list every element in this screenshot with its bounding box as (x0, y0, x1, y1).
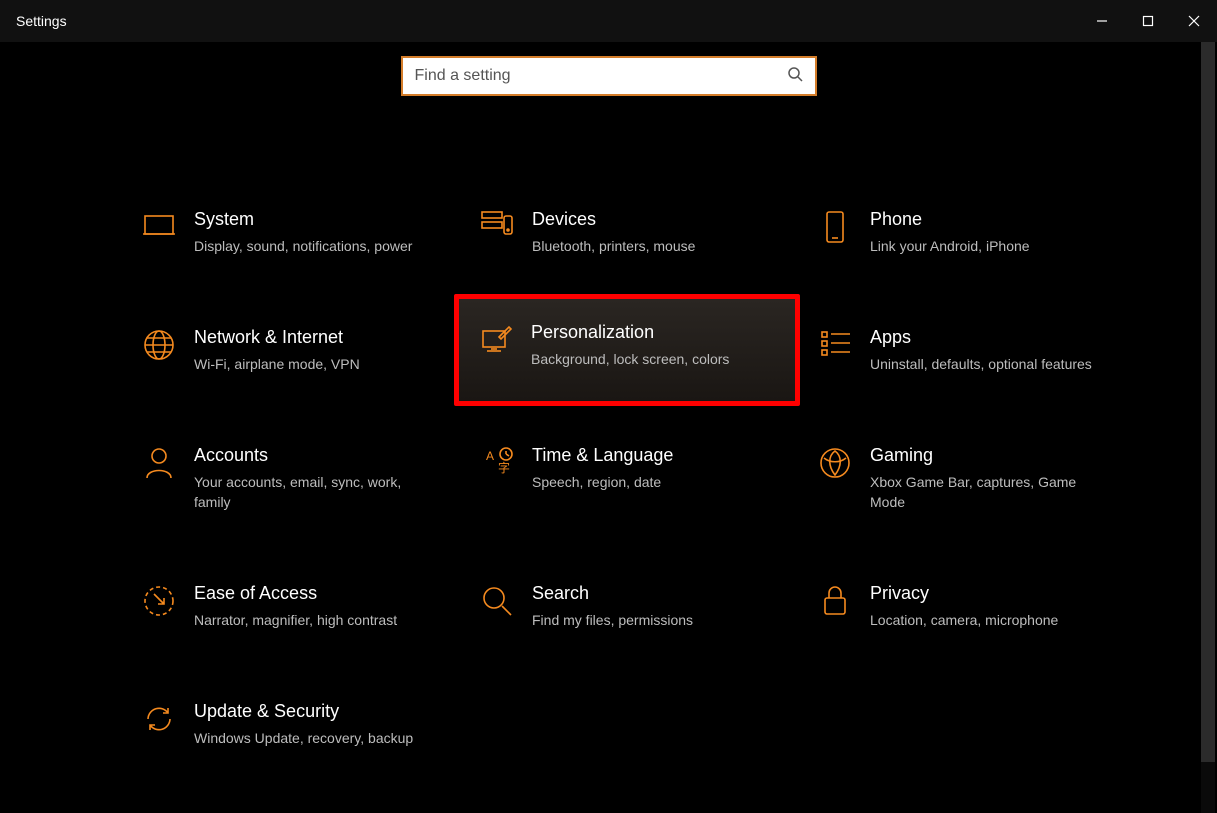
tile-desc: Narrator, magnifier, high contrast (194, 610, 397, 630)
tile-update-security[interactable]: Update & Security Windows Update, recover… (130, 694, 450, 754)
tile-desc: Wi-Fi, airplane mode, VPN (194, 354, 360, 374)
tile-desc: Windows Update, recovery, backup (194, 728, 413, 748)
tile-desc: Find my files, permissions (532, 610, 693, 630)
tile-title: Ease of Access (194, 582, 397, 604)
tile-title: Network & Internet (194, 326, 360, 348)
accounts-icon (132, 444, 186, 480)
close-button[interactable] (1171, 0, 1217, 42)
tile-desc: Display, sound, notifications, power (194, 236, 412, 256)
maximize-button[interactable] (1125, 0, 1171, 42)
time-language-icon: A字 (470, 444, 524, 478)
tile-title: Devices (532, 208, 695, 230)
svg-text:A: A (486, 449, 494, 463)
tile-title: Search (532, 582, 693, 604)
scrollbar-thumb[interactable] (1201, 42, 1215, 762)
tile-search[interactable]: Search Find my files, permissions (468, 576, 788, 636)
tile-title: Time & Language (532, 444, 673, 466)
tile-system[interactable]: System Display, sound, notifications, pow… (130, 202, 450, 262)
privacy-icon (808, 582, 862, 618)
tile-desc: Xbox Game Bar, captures, Game Mode (870, 472, 1092, 512)
window-title: Settings (16, 13, 67, 29)
tile-gaming[interactable]: Gaming Xbox Game Bar, captures, Game Mode (806, 438, 1126, 518)
gaming-icon (808, 444, 862, 480)
minimize-button[interactable] (1079, 0, 1125, 42)
tile-title: Privacy (870, 582, 1058, 604)
tile-desc: Bluetooth, printers, mouse (532, 236, 695, 256)
tile-desc: Uninstall, defaults, optional features (870, 354, 1092, 374)
tile-privacy[interactable]: Privacy Location, camera, microphone (806, 576, 1126, 636)
update-security-icon (132, 700, 186, 736)
tile-time-language[interactable]: A字 Time & Language Speech, region, date (468, 438, 788, 518)
tile-devices[interactable]: Devices Bluetooth, printers, mouse (468, 202, 788, 262)
tile-title: System (194, 208, 412, 230)
apps-icon (808, 326, 862, 358)
tile-desc: Location, camera, microphone (870, 610, 1058, 630)
vertical-scrollbar[interactable] (1201, 42, 1215, 813)
ease-of-access-icon (132, 582, 186, 618)
settings-grid: System Display, sound, notifications, pow… (130, 202, 1130, 754)
tile-title: Phone (870, 208, 1030, 230)
personalization-icon (469, 321, 523, 353)
tile-desc: Your accounts, email, sync, work, family (194, 472, 416, 512)
search-icon (787, 66, 803, 87)
phone-icon (808, 208, 862, 244)
tile-personalization[interactable]: Personalization Background, lock screen, … (454, 294, 800, 406)
search-input[interactable] (415, 67, 787, 85)
system-icon (132, 208, 186, 238)
search-category-icon (470, 582, 524, 618)
tile-desc: Background, lock screen, colors (531, 349, 729, 369)
tile-title: Accounts (194, 444, 416, 466)
tile-apps[interactable]: Apps Uninstall, defaults, optional featur… (806, 320, 1126, 380)
devices-icon (470, 208, 524, 240)
tile-title: Apps (870, 326, 1092, 348)
tile-ease-of-access[interactable]: Ease of Access Narrator, magnifier, high … (130, 576, 450, 636)
window-controls (1079, 0, 1217, 42)
svg-text:字: 字 (498, 460, 510, 475)
tile-desc: Link your Android, iPhone (870, 236, 1030, 256)
tile-accounts[interactable]: Accounts Your accounts, email, sync, work… (130, 438, 450, 518)
search-box[interactable] (401, 56, 817, 96)
tile-desc: Speech, region, date (532, 472, 673, 492)
titlebar: Settings (0, 0, 1217, 42)
tile-title: Personalization (531, 321, 729, 343)
network-icon (132, 326, 186, 362)
tile-phone[interactable]: Phone Link your Android, iPhone (806, 202, 1126, 262)
tile-network[interactable]: Network & Internet Wi-Fi, airplane mode, … (130, 320, 450, 380)
tile-title: Gaming (870, 444, 1092, 466)
tile-title: Update & Security (194, 700, 413, 722)
